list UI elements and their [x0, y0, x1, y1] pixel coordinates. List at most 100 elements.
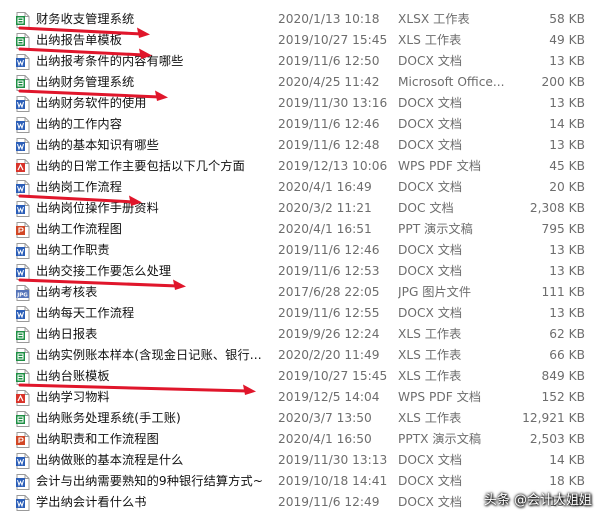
- file-type: PPT 演示文稿: [398, 222, 473, 236]
- file-name: 出纳财务软件的使用: [36, 96, 147, 110]
- word-file-icon: [16, 495, 30, 511]
- file-date-modified: 2020/3/7 13:50: [278, 411, 372, 425]
- file-date-modified: 2019/11/30 13:16: [278, 96, 388, 110]
- file-size: 13 KB: [549, 243, 585, 257]
- file-name: 出纳岗位操作手册资料: [36, 201, 159, 215]
- word-file-icon: [16, 306, 30, 322]
- file-type: JPG 图片文件: [398, 285, 472, 299]
- file-name: 出纳考核表: [36, 285, 98, 299]
- file-name: 出纳账务处理系统(手工账): [36, 411, 181, 425]
- file-type: DOCX 文档: [398, 243, 463, 257]
- file-row[interactable]: 出纳岗位操作手册资料 2020/3/2 11:21 DOC 文档 2,308 KB: [0, 198, 602, 219]
- file-name: 出纳财务管理系统: [36, 75, 135, 89]
- file-row[interactable]: 出纳交接工作要怎么处理 2019/11/6 12:53 DOCX 文档 13 KB: [0, 261, 602, 282]
- file-row[interactable]: 出纳的基本知识有哪些 2019/11/6 12:48 DOCX 文档 13 KB: [0, 135, 602, 156]
- word-file-icon: [16, 117, 30, 133]
- file-type: XLS 工作表: [398, 411, 462, 425]
- file-type: PPTX 演示文稿: [398, 432, 482, 446]
- file-name: 出纳学习物料: [36, 390, 110, 404]
- file-date-modified: 2020/4/1 16:51: [278, 222, 372, 236]
- file-row[interactable]: 出纳做账的基本流程是什么 2019/11/30 13:13 DOCX 文档 14 KB: [0, 450, 602, 471]
- file-row[interactable]: 出纳每天工作流程 2019/11/6 12:55 DOCX 文档 13 KB: [0, 303, 602, 324]
- file-row[interactable]: 出纳岗工作流程 2020/4/1 16:49 DOCX 文档 20 KB: [0, 177, 602, 198]
- file-type: XLS 工作表: [398, 348, 462, 362]
- file-type: DOCX 文档: [398, 264, 463, 278]
- file-name: 出纳的工作内容: [36, 117, 123, 131]
- file-row[interactable]: 出纳日报表 2019/9/26 12:24 XLS 工作表 62 KB: [0, 324, 602, 345]
- file-date-modified: 2020/4/1 16:49: [278, 180, 372, 194]
- file-type: XLS 工作表: [398, 369, 462, 383]
- jpg-file-icon: JPG: [16, 285, 30, 301]
- file-row[interactable]: 财务收支管理系统 2020/1/13 10:18 XLSX 工作表 58 KB: [0, 9, 602, 30]
- file-name: 学出纳会计看什么书: [36, 495, 147, 509]
- file-name: 出纳报考条件的内容有哪些: [36, 54, 184, 68]
- file-row[interactable]: 出纳职责和工作流程图 2020/4/1 16:50 PPTX 演示文稿 2,503 K…: [0, 429, 602, 450]
- file-date-modified: 2019/12/5 14:04: [278, 390, 380, 404]
- xls-file-icon: [16, 411, 30, 427]
- file-date-modified: 2019/11/6 12:49: [278, 495, 380, 509]
- file-size: 2,308 KB: [529, 201, 585, 215]
- file-size: 14 KB: [549, 117, 585, 131]
- file-size: 849 KB: [541, 369, 586, 383]
- word-file-icon: [16, 264, 30, 280]
- word-file-icon: [16, 453, 30, 469]
- file-row[interactable]: 出纳账务处理系统(手工账) 2020/3/7 13:50 XLS 工作表 12,921…: [0, 408, 602, 429]
- file-name: 出纳的日常工作主要包括以下几个方面: [36, 159, 245, 173]
- file-name: 出纳实例账本样本(含现金日记账、银行...: [36, 348, 262, 362]
- word-file-icon: [16, 474, 30, 490]
- ppt-file-icon: [16, 222, 30, 238]
- file-name: 出纳交接工作要怎么处理: [36, 264, 172, 278]
- file-row[interactable]: 出纳学习物料 2019/12/5 14:04 WPS PDF 文档 152 KB: [0, 387, 602, 408]
- file-row[interactable]: 会计与出纳需要熟知的9种银行结算方式~ 2019/10/18 14:41 DOCX …: [0, 471, 602, 492]
- file-date-modified: 2019/11/6 12:55: [278, 306, 380, 320]
- file-name: 出纳台账模板: [36, 369, 110, 383]
- file-row[interactable]: 出纳工作职责 2019/11/6 12:46 DOCX 文档 13 KB: [0, 240, 602, 261]
- file-date-modified: 2019/11/6 12:48: [278, 138, 380, 152]
- file-name: 出纳职责和工作流程图: [36, 432, 159, 446]
- file-type: XLS 工作表: [398, 33, 462, 47]
- word-file-icon: [16, 96, 30, 112]
- file-row[interactable]: 出纳报告单模板 2019/10/27 15:45 XLS 工作表 49 KB: [0, 30, 602, 51]
- file-name: 会计与出纳需要熟知的9种银行结算方式~: [36, 474, 264, 488]
- file-row[interactable]: 出纳工作流程图 2020/4/1 16:51 PPT 演示文稿 795 KB: [0, 219, 602, 240]
- file-size: 18 KB: [549, 474, 585, 488]
- file-date-modified: 2020/2/20 11:49: [278, 348, 380, 362]
- file-size: 13 KB: [549, 306, 585, 320]
- file-size: 111 KB: [541, 285, 586, 299]
- file-row[interactable]: JPG 出纳考核表 2017/6/28 22:05 JPG 图片文件 111 KB: [0, 282, 602, 303]
- file-row[interactable]: 出纳实例账本样本(含现金日记账、银行... 2020/2/20 11:49 XLS …: [0, 345, 602, 366]
- pdf-file-icon: [16, 159, 30, 175]
- file-name: 出纳做账的基本流程是什么: [36, 453, 184, 467]
- word-file-icon: [16, 243, 30, 259]
- file-row[interactable]: 出纳台账模板 2019/10/27 15:45 XLS 工作表 849 KB: [0, 366, 602, 387]
- file-date-modified: 2019/12/13 10:06: [278, 159, 388, 173]
- file-type: DOCX 文档: [398, 138, 463, 152]
- file-row[interactable]: 出纳的工作内容 2019/11/6 12:46 DOCX 文档 14 KB: [0, 114, 602, 135]
- xls-file-icon: [16, 75, 30, 91]
- file-row[interactable]: 出纳财务软件的使用 2019/11/30 13:16 DOCX 文档 13 KB: [0, 93, 602, 114]
- xls-file-icon: [16, 369, 30, 385]
- file-name: 出纳报告单模板: [36, 33, 123, 47]
- file-date-modified: 2017/6/28 22:05: [278, 285, 380, 299]
- file-row[interactable]: 出纳财务管理系统 2020/4/25 11:42 Microsoft Office.…: [0, 72, 602, 93]
- word-file-icon: [16, 201, 30, 217]
- file-size: 12,921 KB: [522, 411, 585, 425]
- file-row[interactable]: 出纳报考条件的内容有哪些 2019/11/6 12:50 DOCX 文档 13 KB: [0, 51, 602, 72]
- file-type: DOCX 文档: [398, 453, 463, 467]
- file-size: 200 KB: [541, 75, 586, 89]
- file-type: DOCX 文档: [398, 306, 463, 320]
- xls-file-icon: [16, 33, 30, 49]
- file-size: 20 KB: [549, 180, 585, 194]
- file-type: Microsoft Office...: [398, 75, 505, 89]
- file-name: 出纳每天工作流程: [36, 306, 135, 320]
- file-type: WPS PDF 文档: [398, 159, 482, 173]
- file-type: WPS PDF 文档: [398, 390, 482, 404]
- file-date-modified: 2019/11/6 12:50: [278, 54, 380, 68]
- file-row[interactable]: 出纳的日常工作主要包括以下几个方面 2019/12/13 10:06 WPS PDF…: [0, 156, 602, 177]
- word-file-icon: [16, 138, 30, 154]
- ppt-file-icon: [16, 432, 30, 448]
- file-size: 795 KB: [541, 222, 586, 236]
- file-size: 152 KB: [541, 390, 586, 404]
- file-size: 13 KB: [549, 138, 585, 152]
- file-name: 出纳工作职责: [36, 243, 110, 257]
